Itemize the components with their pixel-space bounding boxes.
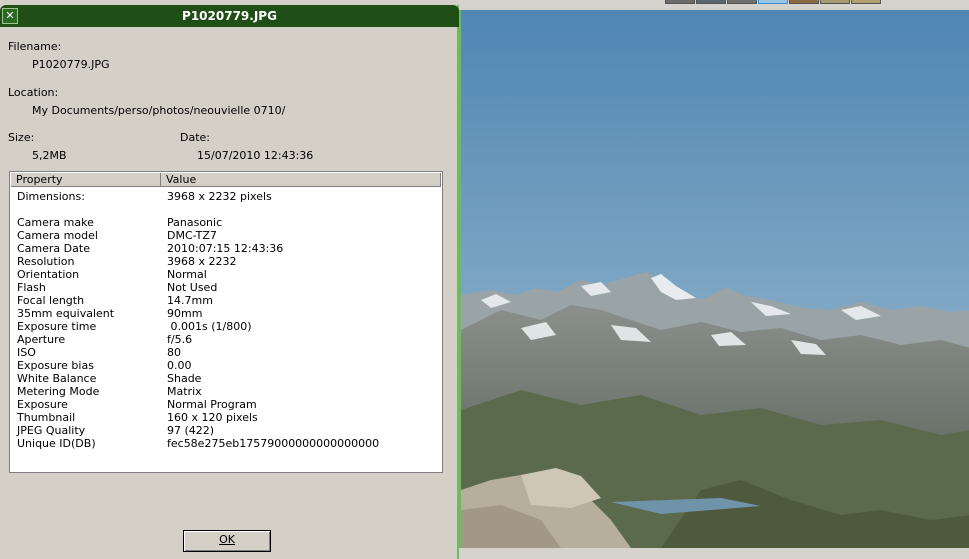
- property-value: 160 x 120 pixels: [167, 411, 258, 424]
- property-value: Normal Program: [167, 398, 257, 411]
- property-value: Not Used: [167, 281, 218, 294]
- property-name: 35mm equivalent: [17, 307, 115, 320]
- property-value: Matrix: [167, 385, 202, 398]
- thumbnail[interactable]: [696, 0, 726, 4]
- property-name: Focal length: [17, 294, 85, 307]
- property-name: ISO: [17, 346, 36, 359]
- thumbnail-selected[interactable]: [758, 0, 788, 4]
- property-value: 97 (422): [167, 424, 215, 437]
- property-value: 0.001s (1/800): [167, 320, 252, 333]
- property-name: Camera Date: [17, 242, 90, 255]
- location-label: Location:: [8, 86, 59, 99]
- thumbnail[interactable]: [820, 0, 850, 4]
- size-value: 5,2MB: [32, 149, 67, 162]
- filename-label: Filename:: [8, 40, 62, 53]
- property-value: 0.00: [167, 359, 192, 372]
- dialog-title: P1020779.JPG: [182, 9, 277, 23]
- size-label: Size:: [8, 131, 35, 144]
- filename-value: P1020779.JPG: [32, 58, 110, 71]
- table-header: Property Value: [11, 173, 441, 188]
- property-value: 2010:07:15 12:43:36: [167, 242, 284, 255]
- property-name: Exposure time: [17, 320, 97, 333]
- property-name: Thumbnail: [17, 411, 76, 424]
- property-name: White Balance: [17, 372, 97, 385]
- property-name: JPEG Quality: [17, 424, 86, 437]
- ok-button-label: OK: [219, 533, 235, 546]
- property-value: f/5.6: [167, 333, 193, 346]
- property-name: Camera make: [17, 216, 94, 229]
- property-name: Orientation: [17, 268, 80, 281]
- ok-button[interactable]: OK: [183, 530, 271, 552]
- property-name: Aperture: [17, 333, 66, 346]
- property-name: Camera model: [17, 229, 98, 242]
- date-value: 15/07/2010 12:43:36: [197, 149, 314, 162]
- photo-viewer[interactable]: [459, 10, 969, 548]
- thumbnail[interactable]: [851, 0, 881, 4]
- properties-table[interactable]: Property Value Dimensions: 3968 x 2232 pi…: [9, 171, 443, 473]
- date-label: Date:: [180, 131, 210, 144]
- property-value: 3968 x 2232 pixels: [167, 190, 272, 203]
- property-value: 80: [167, 346, 181, 359]
- property-name: Resolution: [17, 255, 75, 268]
- property-value: Shade: [167, 372, 202, 385]
- property-value: 3968 x 2232: [167, 255, 237, 268]
- property-value: 14.7mm: [167, 294, 213, 307]
- property-name: Exposure bias: [17, 359, 94, 372]
- thumbnail[interactable]: [665, 0, 695, 4]
- mountain-photo: [461, 10, 969, 548]
- column-header-value[interactable]: Value: [161, 173, 441, 187]
- column-header-property[interactable]: Property: [11, 173, 161, 187]
- dialog-titlebar[interactable]: ✕ P1020779.JPG: [0, 5, 459, 27]
- property-name: Dimensions:: [17, 190, 85, 203]
- status-strip: [459, 548, 969, 559]
- property-name: Unique ID(DB): [17, 437, 96, 450]
- location-value: My Documents/perso/photos/neouvielle 071…: [32, 104, 286, 117]
- property-value: DMC-TZ7: [167, 229, 217, 242]
- properties-dialog: ✕ P1020779.JPG Filename: P1020779.JPG Lo…: [0, 5, 459, 559]
- thumbnail[interactable]: [789, 0, 819, 4]
- property-value: Panasonic: [167, 216, 223, 229]
- property-name: Exposure: [17, 398, 68, 411]
- thumbnail[interactable]: [727, 0, 757, 4]
- property-value: Normal: [167, 268, 207, 281]
- property-name: Metering Mode: [17, 385, 100, 398]
- thumbnail-strip: [459, 0, 969, 10]
- property-value: 90mm: [167, 307, 203, 320]
- property-name: Flash: [17, 281, 46, 294]
- property-value: fec58e275eb17579000000000000000: [167, 437, 380, 450]
